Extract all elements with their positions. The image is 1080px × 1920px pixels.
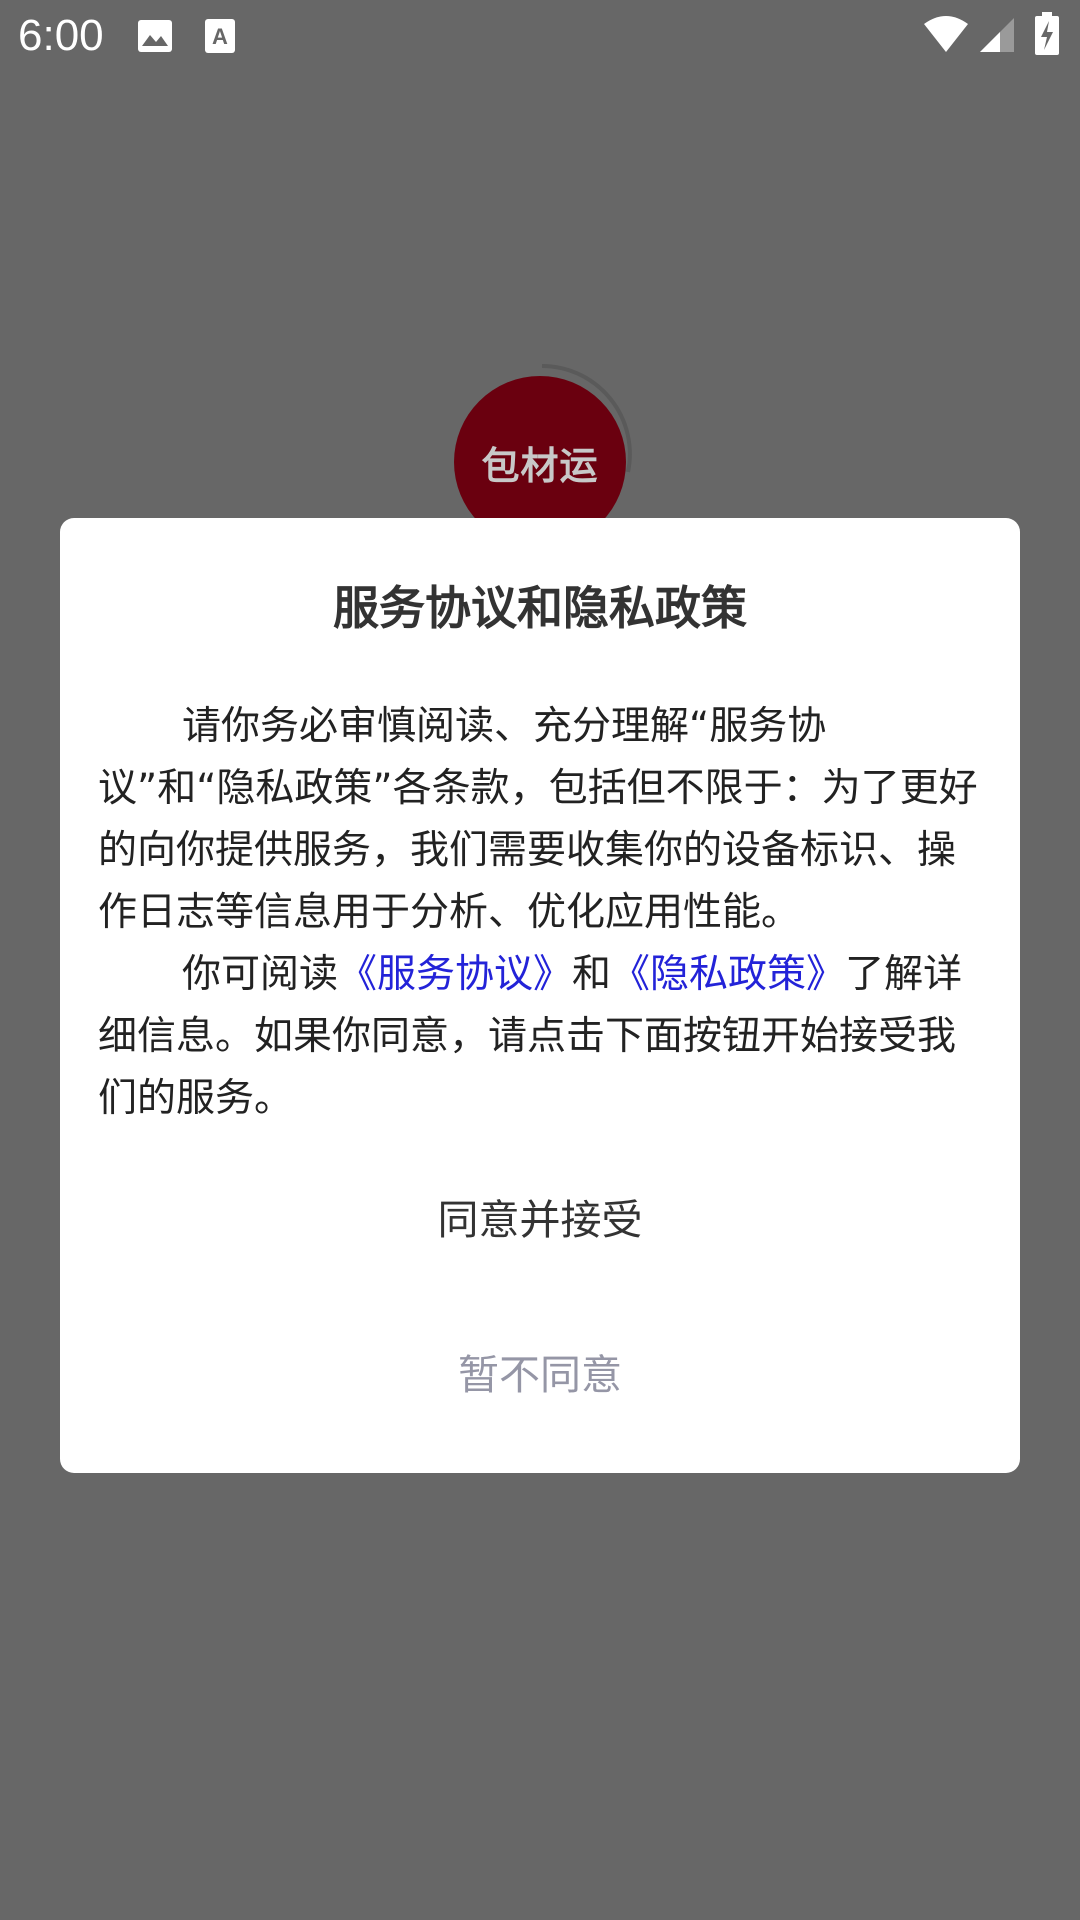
signal-icon <box>978 16 1016 58</box>
privacy-policy-link[interactable]: 《隐私政策》 <box>611 952 845 997</box>
dialog-body: 请你务必审慎阅读、充分理解“服务协议”和“隐私政策”各条款，包括但不限于：为了更… <box>98 696 982 1130</box>
privacy-dialog: 服务协议和隐私政策 请你务必审慎阅读、充分理解“服务协议”和“隐私政策”各条款，… <box>60 518 1020 1473</box>
para2-prefix: 你可阅读 <box>182 952 339 997</box>
wifi-icon <box>922 14 970 58</box>
status-bar: 6:00 A <box>0 0 1080 72</box>
decline-button[interactable]: 暂不同意 <box>240 1326 840 1416</box>
battery-charging-icon <box>1034 12 1060 60</box>
para2-and: 和 <box>572 952 612 997</box>
service-agreement-link[interactable]: 《服务协议》 <box>338 952 572 997</box>
logo-text: 包材运 <box>481 443 599 488</box>
dialog-paragraph-2: 你可阅读《服务协议》和《隐私政策》了解详细信息。如果你同意，请点击下面按钮开始接… <box>98 944 982 1130</box>
dialog-paragraph-1: 请你务必审慎阅读、充分理解“服务协议”和“隐私政策”各条款，包括但不限于：为了更… <box>98 704 978 935</box>
image-icon <box>136 18 174 58</box>
dialog-title: 服务协议和隐私政策 <box>333 581 747 635</box>
svg-text:A: A <box>212 24 228 49</box>
status-time: 6:00 <box>18 11 104 60</box>
agree-button[interactable]: 同意并接受 <box>240 1171 840 1261</box>
font-download-icon: A <box>204 18 236 58</box>
